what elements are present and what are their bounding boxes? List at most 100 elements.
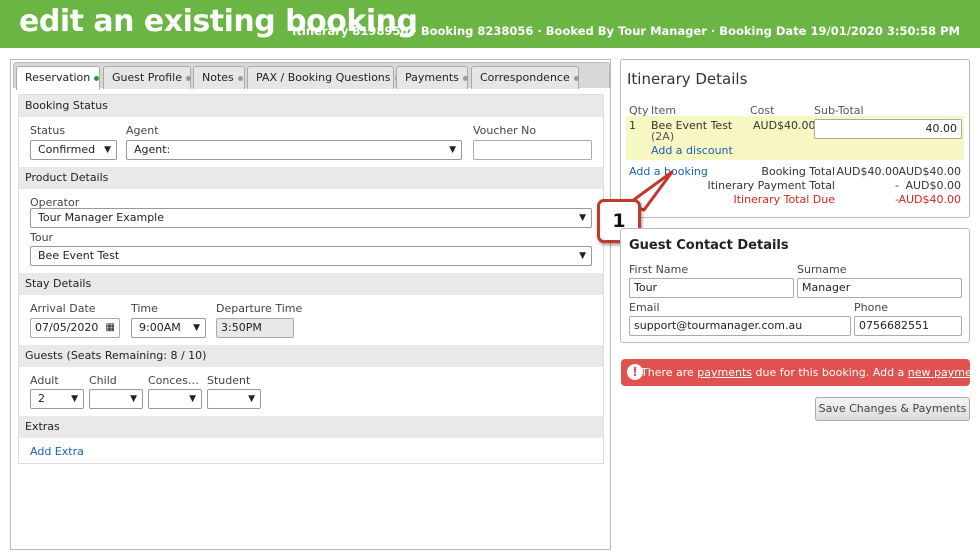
departure-time-input: 3:50PM (216, 318, 294, 338)
phone-label: Phone (854, 301, 889, 314)
booking-form-panel: Reservation Guest Profile Notes PAX / Bo… (10, 59, 611, 550)
subtotal-input[interactable]: 40.00 (814, 119, 962, 139)
tab-label: PAX / Booking Questions (256, 71, 391, 84)
operator-value: Tour Manager Example (38, 211, 165, 224)
surname-label: Surname (797, 263, 847, 276)
section-header-stay-details: Stay Details (19, 273, 603, 295)
alert-icon: ! (627, 364, 643, 380)
row-item-sub: (2A) (651, 130, 675, 143)
time-label: Time (131, 302, 158, 315)
payment-due-alert: ! There are payments due for this booking… (621, 359, 980, 386)
dropdown-arrow-icon: ▼ (193, 323, 200, 333)
payment-total-label: Itinerary Payment Total (707, 179, 836, 192)
agent-value: Agent: (134, 143, 171, 156)
booking-total-b: AUD$40.00 (898, 165, 961, 178)
tab-correspondence[interactable]: Correspondence (471, 66, 579, 89)
booking-meta: Itinerary 8198950 · Booking 8238056 · Bo… (292, 24, 960, 38)
add-extra-link[interactable]: Add Extra (30, 445, 84, 458)
student-select[interactable]: ▼ (207, 389, 261, 409)
first-name-input[interactable]: Tour (629, 278, 794, 298)
section-header-product-details: Product Details (19, 167, 603, 189)
departure-time-label: Departure Time (216, 302, 303, 315)
tab-bar: Reservation Guest Profile Notes PAX / Bo… (13, 62, 610, 90)
child-label: Child (89, 374, 117, 387)
arrival-date-input[interactable]: 07/05/2020 ▦ (30, 318, 120, 338)
tab-label: Payments (405, 71, 459, 84)
save-changes-button[interactable]: Save Changes & Payments (815, 397, 970, 421)
tour-select[interactable]: Bee Event Test ▼ (30, 246, 592, 266)
add-discount-link[interactable]: Add a discount (651, 144, 733, 157)
booking-total-a: AUD$40.00 (836, 165, 899, 178)
calendar-icon[interactable]: ▦ (106, 319, 115, 337)
dropdown-arrow-icon: ▼ (71, 394, 78, 404)
total-due-label: Itinerary Total Due (733, 193, 835, 206)
tab-notes[interactable]: Notes (193, 66, 245, 89)
arrival-date-label: Arrival Date (30, 302, 96, 315)
status-dot-icon (237, 75, 243, 81)
row-cost: AUD$40.00 (753, 119, 816, 132)
tab-label: Notes (202, 71, 234, 84)
time-select[interactable]: 9:00AM ▼ (131, 318, 206, 338)
concession-label: Conces… (148, 374, 199, 387)
guest-contact-panel: Guest Contact Details First Name Tour Su… (620, 228, 970, 343)
dropdown-arrow-icon: ▼ (189, 394, 196, 404)
booking-total-label: Booking Total (761, 165, 835, 178)
tab-payments[interactable]: Payments (396, 66, 468, 89)
new-payment-link[interactable]: new payment (908, 366, 980, 379)
alert-text: There are (641, 366, 698, 379)
tab-label: Guest Profile (112, 71, 183, 84)
tour-label: Tour (30, 231, 54, 244)
itinerary-row: 1 Bee Event Test (2A) AUD$40.00 40.00 Ad… (626, 116, 964, 160)
section-header-extras: Extras (19, 416, 603, 438)
status-label: Status (30, 124, 66, 137)
dropdown-arrow-icon: ▼ (579, 213, 586, 223)
contact-title: Guest Contact Details (629, 238, 789, 253)
concession-select[interactable]: ▼ (148, 389, 202, 409)
status-select[interactable]: Confirmed ▼ (30, 140, 117, 160)
email-label: Email (629, 301, 660, 314)
status-dot-icon (462, 75, 468, 81)
dropdown-arrow-icon: ▼ (449, 145, 456, 155)
tab-guest-profile[interactable]: Guest Profile (103, 66, 192, 89)
tab-reservation[interactable]: Reservation (16, 66, 100, 90)
operator-select[interactable]: Tour Manager Example ▼ (30, 208, 592, 228)
status-value: Confirmed (38, 143, 96, 156)
adult-select[interactable]: 2 ▼ (30, 389, 84, 409)
total-due-b: AUD$40.00 (898, 193, 961, 206)
student-label: Student (207, 374, 251, 387)
status-dot-icon (94, 75, 100, 81)
payments-link[interactable]: payments (697, 366, 752, 379)
tab-label: Reservation (25, 71, 91, 84)
payment-total-b: AUD$0.00 (905, 179, 961, 192)
payment-total-a: - (895, 179, 899, 192)
voucher-input[interactable] (473, 140, 592, 160)
section-header-guests: Guests (Seats Remaining: 8 / 10) (19, 345, 603, 367)
status-dot-icon (186, 75, 192, 81)
time-value: 9:00AM (139, 321, 181, 334)
tour-value: Bee Event Test (38, 249, 120, 262)
adult-label: Adult (30, 374, 59, 387)
email-input[interactable]: support@tourmanager.com.au (629, 316, 851, 336)
dropdown-arrow-icon: ▼ (248, 394, 255, 404)
voucher-label: Voucher No (473, 124, 537, 137)
row-qty: 1 (629, 119, 636, 132)
agent-select[interactable]: Agent: ▼ (126, 140, 462, 160)
reservation-tab-content: Booking Status Status Confirmed ▼ Agent A… (18, 94, 604, 464)
alert-text: due for this booking. Add a (752, 366, 908, 379)
child-select[interactable]: ▼ (89, 389, 143, 409)
adult-value: 2 (38, 392, 45, 405)
dropdown-arrow-icon: ▼ (104, 145, 111, 155)
phone-input[interactable]: 0756682551 (854, 316, 962, 336)
section-header-booking-status: Booking Status (19, 95, 603, 117)
dropdown-arrow-icon: ▼ (579, 251, 586, 261)
tab-label: Correspondence (480, 71, 570, 84)
first-name-label: First Name (629, 263, 689, 276)
itinerary-title: Itinerary Details (627, 70, 748, 88)
surname-input[interactable]: Manager (797, 278, 962, 298)
tab-pax-booking-questions[interactable]: PAX / Booking Questions (247, 66, 400, 89)
status-dot-icon (573, 75, 579, 81)
page-header: edit an existing booking Itinerary 81989… (0, 0, 980, 48)
arrival-date-value: 07/05/2020 (35, 321, 99, 334)
agent-label: Agent (126, 124, 159, 137)
dropdown-arrow-icon: ▼ (130, 394, 137, 404)
